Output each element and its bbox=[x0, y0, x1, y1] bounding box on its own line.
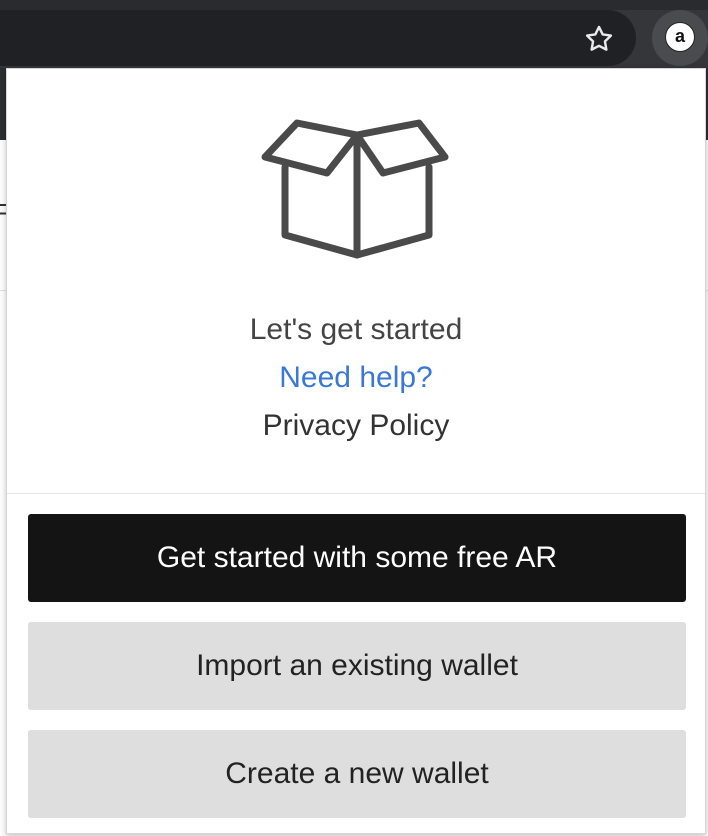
import-wallet-button[interactable]: Import an existing wallet bbox=[28, 622, 686, 710]
tab-strip bbox=[0, 0, 708, 10]
popup-header: Let's get started Need help? Privacy Pol… bbox=[7, 69, 705, 493]
get-free-ar-button[interactable]: Get started with some free AR bbox=[28, 514, 686, 602]
section-divider bbox=[7, 493, 705, 494]
create-wallet-button[interactable]: Create a new wallet bbox=[28, 730, 686, 818]
open-box-icon bbox=[261, 119, 449, 259]
need-help-link[interactable]: Need help? bbox=[7, 361, 705, 395]
star-icon[interactable] bbox=[582, 22, 616, 56]
privacy-policy-link[interactable]: Privacy Policy bbox=[7, 409, 705, 443]
popup-title: Let's get started bbox=[249, 313, 463, 346]
address-bar[interactable] bbox=[0, 10, 636, 66]
extension-popup: Let's get started Need help? Privacy Pol… bbox=[6, 68, 706, 834]
extension-badge-icon[interactable]: a bbox=[665, 22, 695, 52]
browser-toolbar: a bbox=[0, 0, 708, 68]
